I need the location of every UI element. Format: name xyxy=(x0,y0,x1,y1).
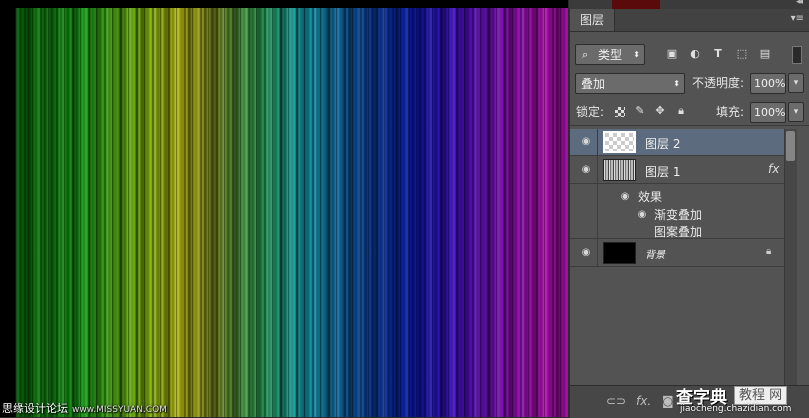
layer-filter-row: ⌕ 类型 ⬍ ▣ ◐ T ⬚ ▤ xyxy=(570,43,809,67)
updown-arrow-icon: ⬍ xyxy=(633,50,640,59)
effects-eye-column xyxy=(570,184,598,238)
updown-arrow-icon: ⬍ xyxy=(673,79,680,88)
fill-label: 填充: xyxy=(716,105,745,119)
layer-effects-group: ◉ 效果 ◉ 渐变叠加 图案叠加 xyxy=(570,184,784,239)
blend-opacity-row: 叠加 ⬍ 不透明度: 100% ▾ xyxy=(570,71,809,95)
dock-strip xyxy=(612,0,660,9)
layer-thumbnail xyxy=(603,131,636,153)
fill-dropdown-button[interactable]: ▾ xyxy=(788,102,804,122)
canvas-edge xyxy=(15,8,16,417)
layer-thumbnail xyxy=(603,159,636,181)
layer-name: 图层 2 xyxy=(645,137,681,151)
visibility-toggle[interactable]: ◉ xyxy=(570,129,598,155)
image-filter-icon[interactable]: ▣ xyxy=(666,48,678,60)
site-box-label: 教程 网 xyxy=(734,386,788,405)
layer-name: 背景 xyxy=(645,250,665,261)
filter-kind-label: 类型 xyxy=(598,48,623,62)
layer-thumbnail xyxy=(603,242,636,264)
layer-row-background[interactable]: ◉ 背景 🔒︎ xyxy=(570,239,784,267)
eye-icon: ◉ xyxy=(581,164,591,175)
type-filter-icon[interactable]: T xyxy=(712,48,724,60)
effect-pattern-overlay[interactable]: 图案叠加 xyxy=(654,223,702,240)
shape-filter-icon[interactable]: ⬚ xyxy=(736,48,748,60)
lock-fill-row: 锁定: ✎ ✥ 🔒︎ 填充: 100% ▾ xyxy=(570,101,809,126)
site-watermark: 查字典 教程 网 jiaocheng.chazidian.com xyxy=(672,383,809,417)
fx-badge[interactable]: fx xyxy=(768,162,779,176)
fx-icon[interactable]: fx. xyxy=(636,394,651,408)
spectrum-stripes-image xyxy=(16,8,568,417)
layer-row-layer2[interactable]: ◉ 图层 2 xyxy=(570,129,784,156)
layers-panel: 图层 ▾≡ ⌕ 类型 ⬍ ▣ ◐ T ⬚ ▤ 叠加 ⬍ 不透明度: 100% ▾… xyxy=(569,9,809,418)
filter-kind-select[interactable]: ⌕ 类型 ⬍ xyxy=(575,44,645,65)
eye-icon: ◉ xyxy=(581,136,591,147)
visibility-toggle[interactable]: ◉ xyxy=(570,156,598,183)
filter-toggle[interactable] xyxy=(792,46,802,64)
tab-layers[interactable]: 图层 xyxy=(570,9,615,31)
panel-menu-icon[interactable]: ▾≡ xyxy=(791,13,804,24)
eye-icon[interactable]: ◉ xyxy=(636,209,648,221)
smart-object-filter-icon[interactable]: ▤ xyxy=(759,48,771,60)
site-url: jiaocheng.chazidian.com xyxy=(680,404,792,414)
opacity-label: 不透明度: xyxy=(692,76,745,90)
visibility-toggle[interactable]: ◉ xyxy=(570,239,598,266)
scrollbar-thumb[interactable] xyxy=(786,131,795,161)
lock-position-move-icon[interactable]: ✥ xyxy=(654,105,666,117)
layer-name: 图层 1 xyxy=(645,165,681,179)
document-canvas[interactable]: 思缘设计论坛 www.MISSYUAN.COM xyxy=(0,0,568,417)
lock-all-icon[interactable]: 🔒︎ xyxy=(675,105,687,117)
layers-scrollbar[interactable] xyxy=(784,129,797,387)
opacity-input[interactable]: 100% xyxy=(750,73,786,94)
blend-mode-value: 叠加 xyxy=(581,77,606,91)
layer-row-layer1[interactable]: ◉ 图层 1 fx xyxy=(570,156,784,184)
adjustment-filter-icon[interactable]: ◐ xyxy=(689,48,701,60)
effect-gradient-overlay[interactable]: 渐变叠加 xyxy=(654,206,702,223)
blend-mode-select[interactable]: 叠加 ⬍ xyxy=(575,73,685,94)
link-icon[interactable]: ⊂⊃ xyxy=(606,394,626,408)
layers-tab-bar: 图层 ▾≡ xyxy=(570,9,809,32)
search-icon: ⌕ xyxy=(582,48,589,61)
effects-label: 效果 xyxy=(638,190,663,204)
eye-icon: ◉ xyxy=(581,247,591,258)
forum-watermark: 思缘设计论坛 www.MISSYUAN.COM xyxy=(2,400,167,416)
layers-list: ◉ 图层 2 ◉ 图层 1 fx ◉ 效果 ◉ 渐变叠加 图案叠加 ◉ 背景 🔒… xyxy=(570,129,809,387)
lock-label: 锁定: xyxy=(576,105,605,119)
lock-icon: 🔒︎ xyxy=(766,246,772,257)
forum-watermark-url: www.MISSYUAN.COM xyxy=(72,405,167,415)
lock-transparent-icon[interactable] xyxy=(615,107,625,117)
forum-watermark-text: 思缘设计论坛 xyxy=(2,402,68,415)
collapse-panel-icon[interactable]: ◂◂ xyxy=(796,0,803,7)
eye-icon[interactable]: ◉ xyxy=(619,191,631,203)
lock-image-brush-icon[interactable]: ✎ xyxy=(634,105,646,117)
panel-dock-header: ◂◂ xyxy=(569,0,809,9)
opacity-dropdown-button[interactable]: ▾ xyxy=(788,73,804,93)
fill-input[interactable]: 100% xyxy=(750,102,786,123)
